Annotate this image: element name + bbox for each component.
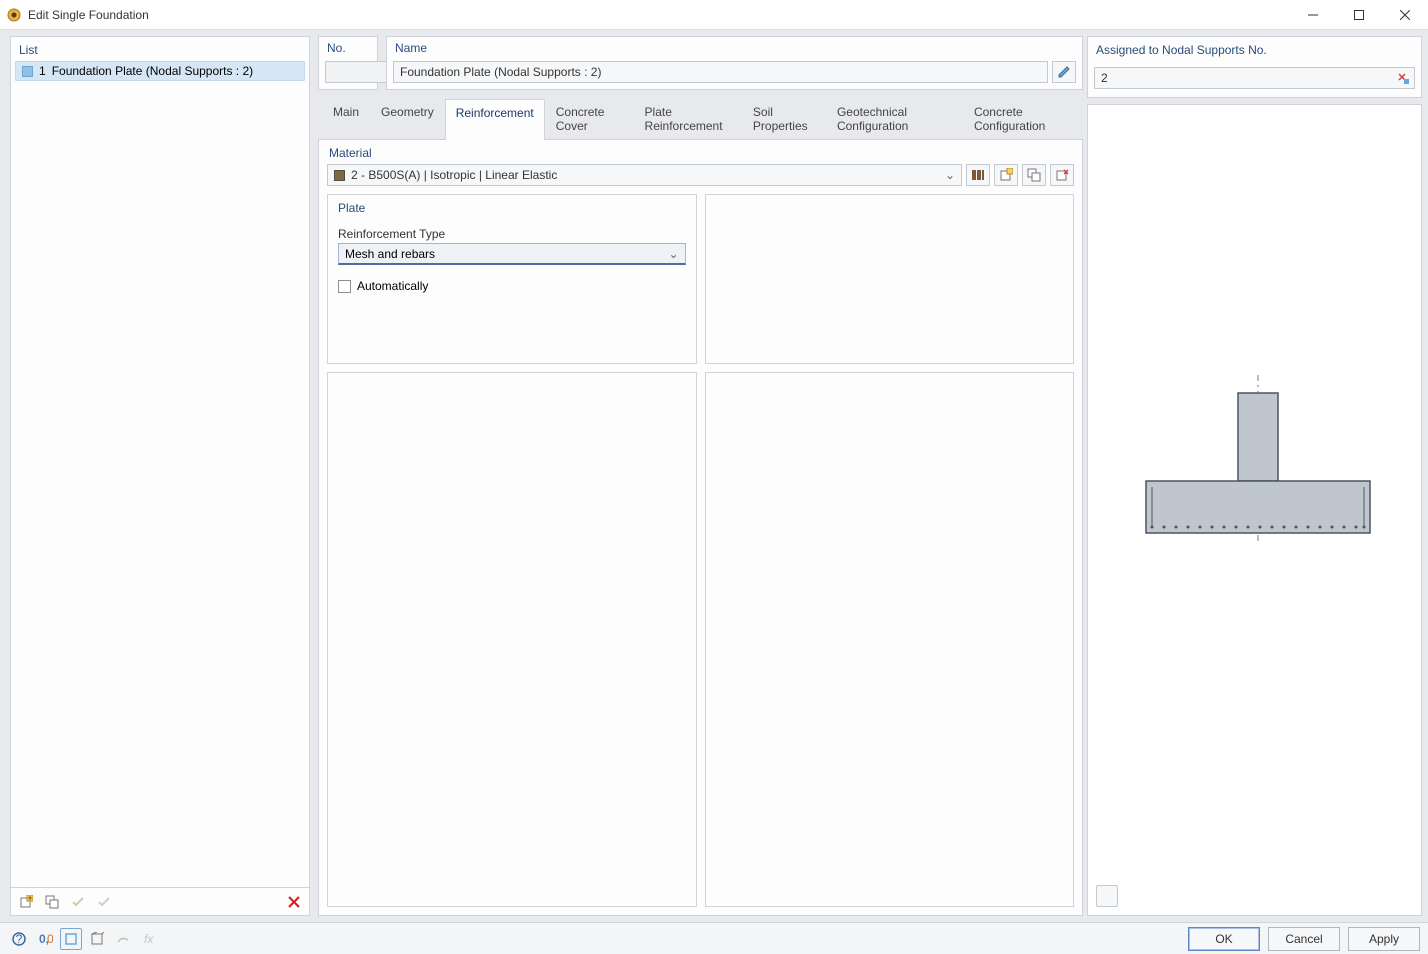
material-combo[interactable]: 2 - B500S(A) | Isotropic | Linear Elasti… [327, 164, 962, 186]
material-new-button[interactable] [994, 164, 1018, 186]
number-panel: No. [318, 36, 378, 90]
assigned-input[interactable] [1094, 67, 1392, 89]
tab-geotechnical-configuration[interactable]: Geotechnical Configuration [826, 98, 963, 139]
window-title: Edit Single Foundation [28, 8, 1290, 22]
list-item-swatch-icon [22, 66, 33, 77]
svg-text:?: ? [16, 932, 23, 946]
tab-main[interactable]: Main [322, 98, 370, 139]
tab-strip: Main Geometry Reinforcement Concrete Cov… [318, 98, 1083, 139]
footer: ? 0,00 fx OK Cancel Apply [0, 922, 1428, 954]
plate-card: Plate Reinforcement Type Mesh and rebars… [327, 194, 697, 364]
material-delete-button[interactable] [1050, 164, 1074, 186]
pick-nodes-button[interactable] [1391, 67, 1415, 89]
svg-text:fx: fx [144, 932, 154, 946]
name-panel: Name [386, 36, 1083, 90]
cancel-button[interactable]: Cancel [1268, 927, 1340, 951]
plate-header: Plate [328, 195, 696, 219]
reinforcement-type-label: Reinforcement Type [338, 227, 686, 241]
maximize-button[interactable] [1336, 0, 1382, 30]
list-panel: List 1 Foundation Plate (Nodal Supports … [10, 36, 310, 916]
name-header: Name [387, 37, 1082, 57]
list-item-label: Foundation Plate (Nodal Supports : 2) [52, 64, 253, 78]
units-button[interactable]: 0,00 [34, 928, 56, 950]
list-toolbar [11, 887, 309, 915]
copy-item-button[interactable] [41, 891, 63, 913]
svg-text:00: 00 [47, 932, 53, 946]
empty-card-top-right [705, 194, 1075, 364]
ok-button[interactable]: OK [1188, 927, 1260, 951]
view-mode-3-button [112, 928, 134, 950]
list-header: List [11, 37, 309, 61]
view-mode-2-button[interactable] [86, 928, 108, 950]
automatically-checkbox[interactable]: Automatically [338, 279, 686, 293]
apply-button[interactable]: Apply [1348, 927, 1420, 951]
edit-name-button[interactable] [1052, 61, 1076, 83]
material-copy-button[interactable] [1022, 164, 1046, 186]
tab-plate-reinforcement[interactable]: Plate Reinforcement [634, 98, 742, 139]
tab-soil-properties[interactable]: Soil Properties [742, 98, 826, 139]
assigned-panel: Assigned to Nodal Supports No. [1087, 36, 1422, 98]
reinforcement-type-select[interactable]: Mesh and rebars ⌄ [338, 243, 686, 265]
reinforcement-type-value: Mesh and rebars [345, 247, 435, 261]
material-value: 2 - B500S(A) | Isotropic | Linear Elasti… [351, 168, 557, 182]
title-bar: Edit Single Foundation [0, 0, 1428, 30]
check-button [67, 891, 89, 913]
material-swatch-icon [334, 170, 345, 181]
empty-card-left [327, 372, 697, 907]
chevron-down-icon: ⌄ [945, 168, 955, 182]
preview-pane [1087, 104, 1422, 916]
minimize-button[interactable] [1290, 0, 1336, 30]
delete-button[interactable] [283, 891, 305, 913]
checkbox-icon [338, 280, 351, 293]
foundation-preview-icon [1118, 375, 1398, 575]
list-item[interactable]: 1 Foundation Plate (Nodal Supports : 2) [15, 61, 305, 81]
tab-concrete-configuration[interactable]: Concrete Configuration [963, 98, 1083, 139]
empty-card-bottom-right [705, 372, 1075, 907]
number-header: No. [319, 37, 377, 57]
formula-button: fx [138, 928, 160, 950]
assigned-header: Assigned to Nodal Supports No. [1088, 37, 1421, 61]
help-button[interactable]: ? [8, 928, 30, 950]
name-input[interactable] [393, 61, 1048, 83]
material-header: Material [319, 140, 1082, 164]
tab-concrete-cover[interactable]: Concrete Cover [545, 98, 634, 139]
view-mode-1-button[interactable] [60, 928, 82, 950]
preview-settings-button[interactable] [1096, 885, 1118, 907]
tab-reinforcement[interactable]: Reinforcement [445, 99, 545, 140]
new-item-button[interactable] [15, 891, 37, 913]
tab-geometry[interactable]: Geometry [370, 98, 445, 139]
tab-body: Material 2 - B500S(A) | Isotropic | Line… [318, 139, 1083, 916]
list-item-num: 1 [39, 64, 46, 78]
app-icon [6, 7, 22, 23]
automatically-label: Automatically [357, 279, 428, 293]
chevron-down-icon: ⌄ [668, 247, 678, 261]
uncheck-button [93, 891, 115, 913]
material-library-button[interactable] [966, 164, 990, 186]
close-button[interactable] [1382, 0, 1428, 30]
